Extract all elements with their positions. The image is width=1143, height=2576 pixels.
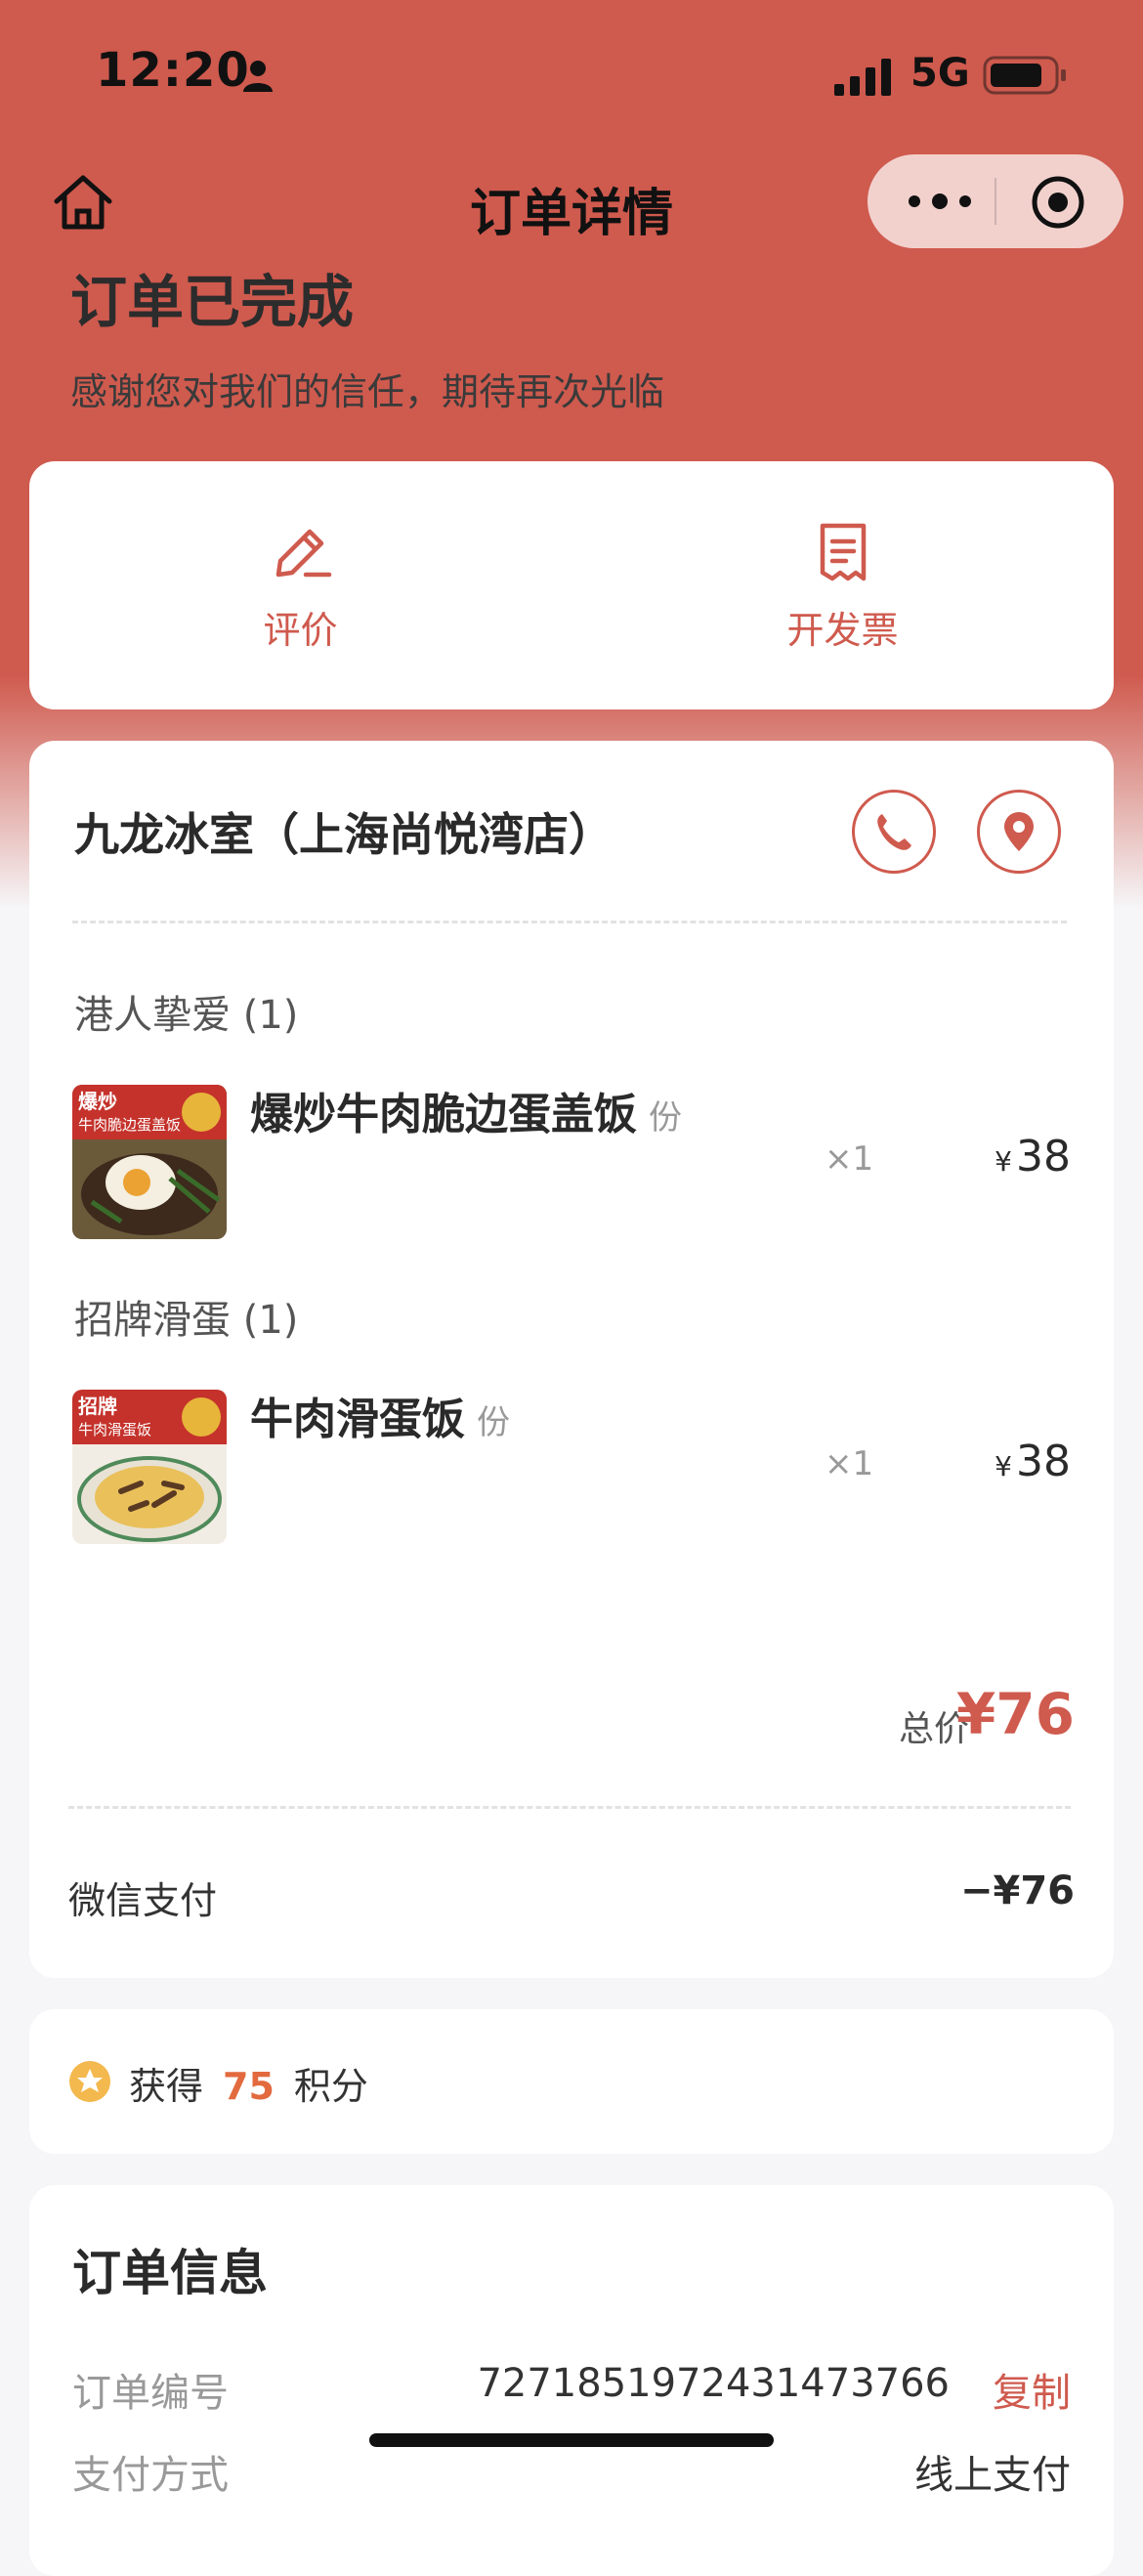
phone-icon: [877, 814, 911, 850]
home-indicator: [369, 2433, 774, 2447]
svg-text:爆炒: 爆炒: [78, 1090, 117, 1113]
review-label: 评价: [263, 609, 338, 652]
svg-text:牛肉脆边蛋盖饭: 牛肉脆边蛋盖饭: [78, 1116, 181, 1134]
points-coin-icon: [69, 2061, 110, 2102]
battery-icon: [983, 56, 1066, 95]
points-text: 获得 75 积分: [129, 2065, 368, 2108]
actions-card: 评价 开发票: [29, 461, 1114, 709]
item-price: ¥38: [995, 1132, 1071, 1181]
invoice-icon: [820, 523, 866, 581]
invoice-button[interactable]: 开发票: [572, 461, 1114, 709]
payment-method: 微信支付: [68, 1879, 218, 1922]
item-name: 爆炒牛肉脆边蛋盖饭份: [250, 1090, 682, 1139]
close-miniprogram-icon[interactable]: [1030, 174, 1086, 231]
payment-type-label: 支付方式: [72, 2453, 229, 2498]
category-label: 港人挚爱 (1): [74, 993, 299, 1038]
invoice-label: 开发票: [786, 609, 899, 652]
item-price: ¥38: [995, 1437, 1071, 1486]
svg-text:牛肉滑蛋饭: 牛肉滑蛋饭: [78, 1421, 151, 1438]
more-icon[interactable]: [905, 184, 975, 219]
category-label: 招牌滑蛋 (1): [74, 1298, 299, 1343]
item-quantity: ×1: [825, 1444, 874, 1483]
svg-text:招牌: 招牌: [78, 1395, 117, 1418]
order-number: 7271851972431473766: [477, 2361, 950, 2406]
edit-icon: [275, 529, 331, 578]
item-image: 爆炒 牛肉脆边蛋盖饭: [72, 1085, 227, 1239]
order-status-subtitle: 感谢您对我们的信任，期待再次光临: [70, 370, 665, 413]
network-label: 5G: [910, 51, 970, 96]
points-value: 75: [223, 2065, 275, 2108]
mini-program-capsule: [868, 154, 1123, 248]
person-icon: [243, 61, 273, 92]
location-button[interactable]: [977, 790, 1061, 874]
payment-type: 线上支付: [914, 2453, 1071, 2498]
divider: [72, 921, 1067, 923]
total-value: ¥76: [955, 1681, 1075, 1747]
order-card: 九龙冰室（上海尚悦湾店） 港人挚爱 (1) 爆炒 牛肉脆边蛋盖饭 爆炒牛肉脆边蛋…: [29, 741, 1114, 1978]
points-card: 获得 75 积分: [29, 2009, 1114, 2154]
item-unit: 份: [477, 1403, 510, 1442]
order-status-title: 订单已完成: [70, 269, 355, 335]
order-info-title: 订单信息: [72, 2245, 268, 2301]
payment-amount: −¥76: [959, 1868, 1075, 1913]
item-quantity: ×1: [825, 1139, 874, 1179]
order-info-card: 订单信息 订单编号 7271851972431473766 复制 支付方式 线上…: [29, 2185, 1114, 2576]
copy-button[interactable]: 复制: [993, 2361, 1071, 2418]
review-button[interactable]: 评价: [29, 461, 572, 709]
call-button[interactable]: [852, 790, 936, 874]
item-name: 牛肉滑蛋饭份: [250, 1395, 510, 1444]
divider: [68, 1806, 1071, 1809]
order-number-label: 订单编号: [72, 2371, 229, 2416]
status-time: 12:20: [96, 43, 250, 98]
item-image: 招牌 牛肉滑蛋饭: [72, 1390, 227, 1544]
capsule-divider: [995, 178, 996, 225]
signal-icon: [834, 59, 891, 96]
item-unit: 份: [649, 1098, 682, 1138]
location-pin-icon: [1004, 812, 1034, 851]
store-name: 九龙冰室（上海尚悦湾店）: [74, 808, 614, 861]
